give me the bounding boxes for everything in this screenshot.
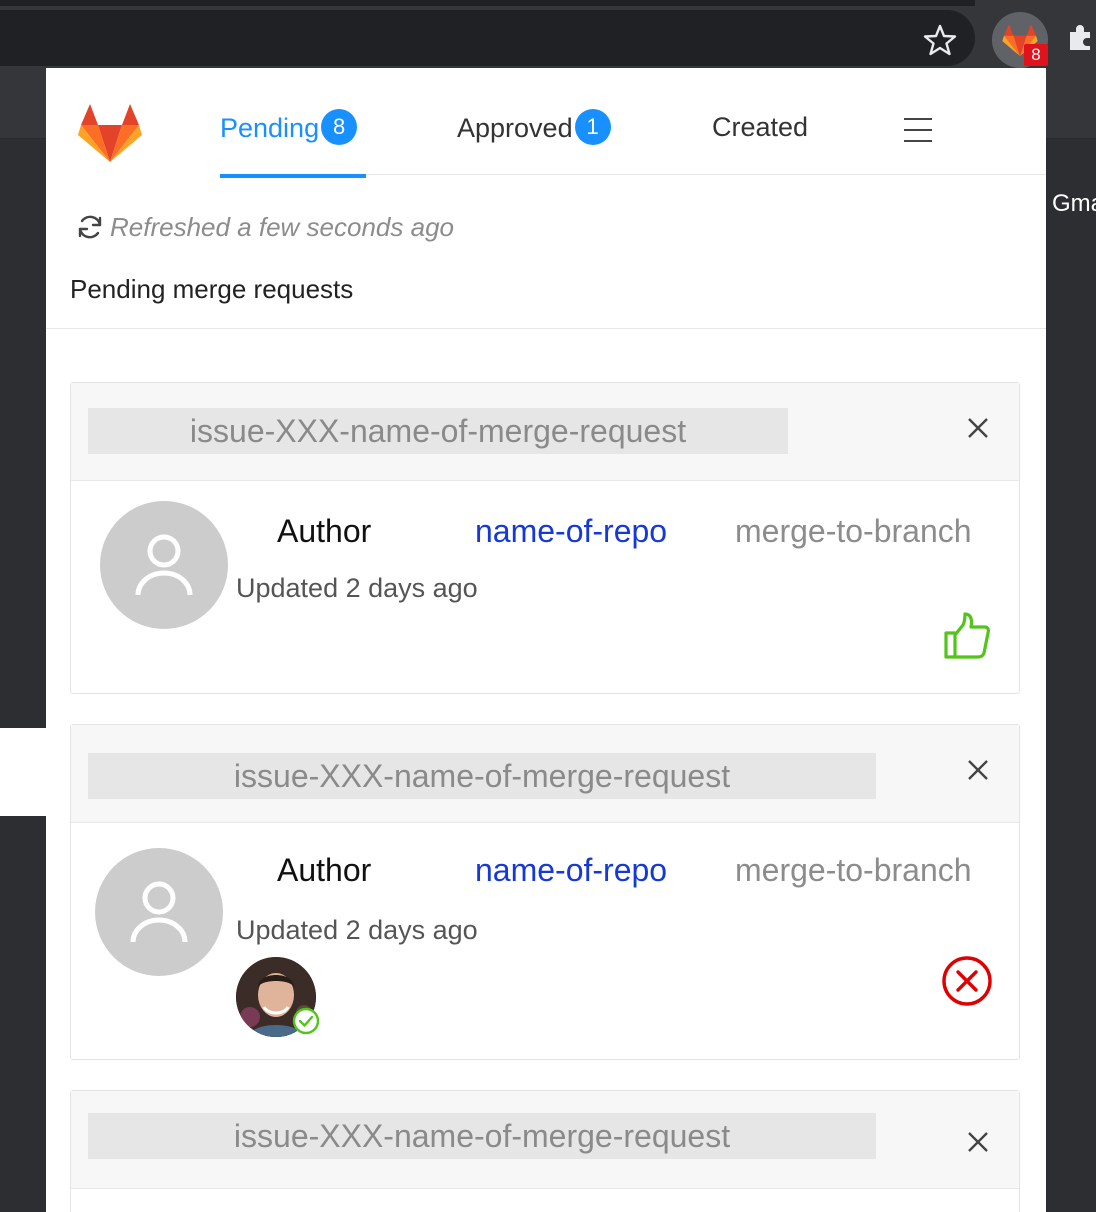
author-name: Author [277, 852, 372, 888]
updated-time: Updated 2 days ago [236, 915, 478, 945]
merge-request-card: issue-XXX-name-of-merge-request Author n… [70, 382, 1020, 694]
tab-strip [0, 0, 975, 6]
count-badge: 8 [321, 109, 358, 145]
close-icon[interactable] [967, 1131, 989, 1153]
extension-popup: Pending 8 Approved 1 Created Refreshed a f… [46, 68, 1046, 1212]
extensions-puzzle-icon[interactable] [1066, 22, 1096, 57]
hamburger-menu-icon[interactable] [904, 118, 932, 144]
target-branch: merge-to-branch [735, 852, 972, 888]
merge-request-card: issue-XXX-name-of-merge-request [70, 1090, 1020, 1212]
repo-link[interactable]: name-of-repo [475, 852, 667, 889]
close-icon[interactable] [967, 759, 989, 781]
tab-label: Pending [220, 113, 320, 144]
thumbs-up-icon[interactable] [943, 611, 991, 666]
address-bar[interactable] [0, 10, 975, 66]
author-name: Author [277, 513, 372, 549]
reject-circle-icon[interactable] [941, 955, 993, 1012]
tab-pending[interactable]: Pending 8 [220, 109, 366, 178]
merge-request-title[interactable]: issue-XXX-name-of-merge-request [88, 753, 876, 799]
refresh-status[interactable]: Refreshed a few seconds ago [76, 212, 454, 243]
repo-link[interactable]: name-of-repo [475, 513, 667, 550]
close-icon[interactable] [967, 417, 989, 439]
target-branch: merge-to-branch [735, 513, 972, 549]
background-link-text[interactable]: Gma [1052, 190, 1096, 218]
author-avatar-placeholder-icon [100, 501, 228, 629]
section-divider [46, 328, 1046, 329]
tab-label: Approved [457, 113, 573, 144]
tab-created[interactable]: Created [712, 112, 808, 176]
tab-approved[interactable]: Approved 1 [457, 109, 611, 176]
gitlab-logo-icon [78, 104, 142, 167]
reviewer-avatar [236, 957, 320, 1040]
card-header: issue-XXX-name-of-merge-request [71, 1091, 1019, 1189]
approved-check-icon [292, 1007, 320, 1040]
refresh-icon [78, 215, 102, 239]
merge-request-title[interactable]: issue-XXX-name-of-merge-request [88, 1113, 876, 1159]
bookmark-star-icon[interactable] [920, 20, 960, 60]
card-header: issue-XXX-name-of-merge-request [71, 383, 1019, 481]
updated-time: Updated 2 days ago [236, 573, 478, 603]
section-title: Pending merge requests [70, 274, 354, 304]
tab-label: Created [712, 112, 809, 142]
card-header: issue-XXX-name-of-merge-request [71, 725, 1019, 823]
merge-request-card: issue-XXX-name-of-merge-request Author n… [70, 724, 1020, 1060]
refresh-text: Refreshed a few seconds ago [110, 212, 454, 242]
count-badge: 1 [574, 109, 611, 145]
extension-badge: 8 [1024, 44, 1048, 66]
merge-request-title[interactable]: issue-XXX-name-of-merge-request [88, 408, 788, 454]
author-avatar-placeholder-icon [95, 848, 223, 976]
